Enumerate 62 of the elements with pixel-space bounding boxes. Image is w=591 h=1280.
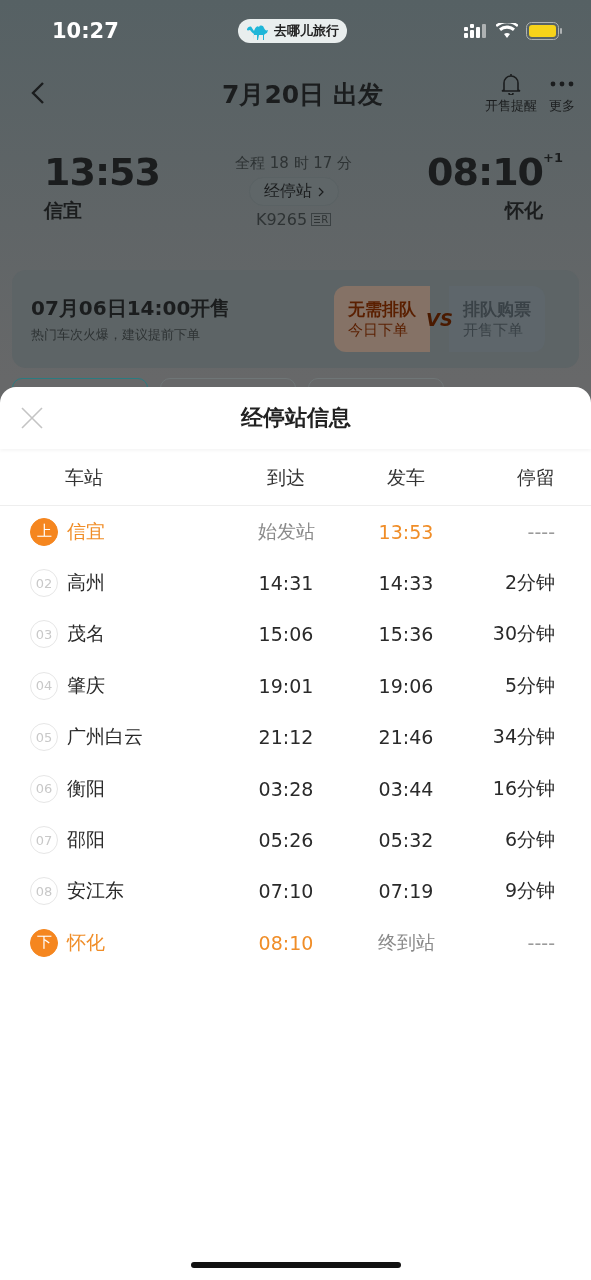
station-name: 邵阳 <box>67 827 105 853</box>
sale-reminder-button[interactable]: 开售提醒 <box>485 73 537 115</box>
column-header: 发车 <box>386 465 426 490</box>
departure-cell-text: 终到站 <box>376 929 436 955</box>
stops-button[interactable]: 经停站 <box>248 177 339 206</box>
stop-duration-cell-text: ---- <box>526 931 555 954</box>
stop-duration-cell-text: 6分钟 <box>503 827 555 853</box>
arrival-station: 怀化 <box>505 198 543 223</box>
departure-cell-text: 13:53 <box>377 520 435 543</box>
departure-cell-text: 19:06 <box>377 674 435 697</box>
departure-cell-text: 14:33 <box>377 572 435 595</box>
page-title: 7月20日 出发 <box>221 78 384 111</box>
station-name: 信宜 <box>67 518 105 544</box>
column-header: 到达 <box>266 465 306 490</box>
arrival-cell-text: 08:10 <box>257 931 315 954</box>
sheet-title: 经停站信息 <box>240 404 351 432</box>
signal-icon <box>464 23 488 39</box>
sale-time: 07月06日14:00开售 <box>31 294 231 322</box>
app-pill[interactable]: 去哪儿旅行 <box>238 19 347 43</box>
more-icon <box>550 81 574 87</box>
departure-cell-text: 21:46 <box>377 726 435 749</box>
departure-cell-text: 07:19 <box>377 880 435 903</box>
status-time: 10:27 <box>52 19 120 43</box>
stop-duration-cell-text: ---- <box>526 520 555 543</box>
stop-badge: 下 <box>30 928 58 957</box>
station-name: 广州白云 <box>67 724 143 750</box>
departure-time: 13:53 <box>44 150 160 194</box>
arrival-time: 08:10 <box>427 150 544 194</box>
stop-badge: 上 <box>30 517 58 546</box>
column-header: 停留 <box>516 465 555 490</box>
close-button[interactable] <box>20 406 44 430</box>
arrival-cell-text: 15:06 <box>257 623 315 646</box>
stop-duration-cell-text: 30分钟 <box>491 621 555 647</box>
arrival-cell-text: 05:26 <box>257 829 315 852</box>
wifi-icon <box>496 23 518 39</box>
arrival-cell-text: 19:01 <box>257 674 315 697</box>
arrival-cell-text: 始发站 <box>256 518 316 544</box>
chevron-icon <box>317 186 324 197</box>
station-name: 高州 <box>67 570 105 596</box>
arrival-cell-text: 21:12 <box>257 726 315 749</box>
station-name: 衡阳 <box>67 775 105 801</box>
departure-cell-text: 03:44 <box>377 777 435 800</box>
station-name: 怀化 <box>67 929 105 955</box>
battery-icon <box>526 22 563 40</box>
stop-duration-cell-text: 5分钟 <box>503 672 555 698</box>
station-name: 安江东 <box>67 878 124 904</box>
station-name: 茂名 <box>67 621 105 647</box>
station-name: 肇庆 <box>67 672 105 698</box>
more-button[interactable]: 更多 <box>549 73 575 115</box>
departure-cell-text: 15:36 <box>377 623 435 646</box>
stop-duration-cell-text: 16分钟 <box>491 775 555 801</box>
day-offset: +1 <box>543 150 563 165</box>
stop-duration-cell-text: 2分钟 <box>503 570 555 596</box>
stop-duration-cell-text: 34分钟 <box>491 724 555 750</box>
departure-station: 信宜 <box>44 198 83 223</box>
column-header: 车站 <box>64 465 104 490</box>
stop-duration-cell-text: 9分钟 <box>503 878 555 904</box>
departure-cell-text: 05:32 <box>377 829 435 852</box>
arrival-cell-text: 14:31 <box>257 572 315 595</box>
arrival-cell-text: 07:10 <box>257 880 315 903</box>
arrival-cell-text: 03:28 <box>257 777 315 800</box>
bell-icon <box>501 73 521 95</box>
